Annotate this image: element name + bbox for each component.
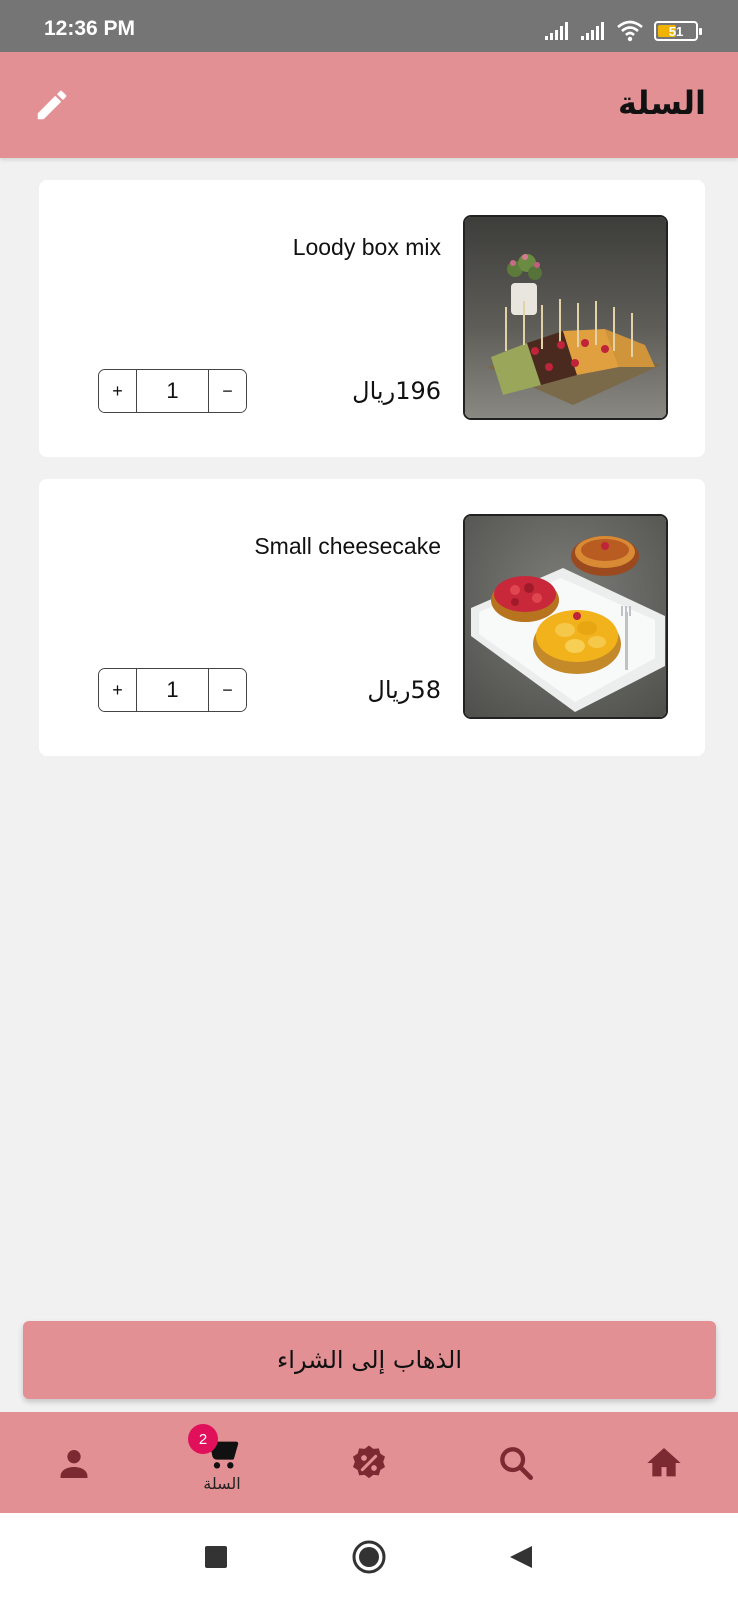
signal-icon — [581, 22, 604, 40]
nav-home[interactable] — [614, 1412, 714, 1513]
edit-button[interactable] — [30, 83, 74, 127]
status-time: 12:36 PM — [44, 17, 136, 40]
recents-button[interactable] — [194, 1535, 238, 1579]
battery-icon: 51 — [654, 21, 702, 41]
wifi-icon — [617, 20, 643, 42]
product-name: Loody box mix — [292, 234, 441, 260]
quantity-stepper: + 1 − — [98, 369, 247, 413]
search-icon — [500, 1446, 533, 1480]
home-system-button[interactable] — [347, 1535, 391, 1579]
cheesecake-photo — [465, 516, 666, 717]
quantity-stepper: + 1 − — [98, 668, 247, 712]
discount-icon — [353, 1445, 385, 1478]
back-triangle-icon — [510, 1546, 532, 1568]
back-button[interactable] — [499, 1535, 543, 1579]
quantity-value: 1 — [166, 677, 179, 702]
nav-cart-label: السلة — [203, 1474, 241, 1493]
person-icon — [60, 1449, 88, 1478]
increase-quantity-button[interactable]: + — [99, 370, 137, 412]
nav-cart[interactable]: 2 السلة — [172, 1412, 272, 1513]
nav-search[interactable] — [466, 1412, 566, 1513]
product-price: 196ريال — [352, 377, 441, 405]
bottom-nav: 2 السلة — [0, 1412, 738, 1513]
nav-offers[interactable] — [319, 1412, 419, 1513]
square-icon — [205, 1546, 227, 1568]
product-name: Small cheesecake — [254, 533, 441, 559]
decrease-quantity-button[interactable]: − — [208, 370, 246, 412]
pencil-icon — [37, 90, 67, 120]
cart-item-card: Loody box mix 196ريال + 1 − — [39, 180, 705, 457]
product-image[interactable] — [463, 215, 668, 420]
checkout-button[interactable]: الذهاب إلى الشراء — [23, 1321, 716, 1399]
circle-icon — [352, 1540, 386, 1574]
cart-icon-wrapper: 2 — [188, 1424, 244, 1472]
app-bar: السلة — [0, 52, 738, 158]
quantity-value: 1 — [166, 378, 179, 403]
home-icon — [647, 1447, 681, 1476]
increase-quantity-button[interactable]: + — [99, 669, 137, 711]
product-image[interactable] — [463, 514, 668, 719]
system-nav-bar — [0, 1513, 738, 1600]
product-price: 58ريال — [367, 676, 441, 704]
battery-level: 51 — [668, 23, 684, 39]
cart-count-badge: 2 — [188, 1424, 218, 1454]
page-title: السلة — [617, 84, 706, 122]
cart-item-card: Small cheesecake 58ريال + 1 − — [39, 479, 705, 756]
nav-profile[interactable] — [24, 1412, 124, 1513]
decrease-quantity-button[interactable]: − — [208, 669, 246, 711]
status-bar: 12:36 PM 51 — [0, 0, 738, 52]
status-icons: 51 — [544, 20, 702, 42]
signal-icon — [545, 22, 568, 40]
cake-box-photo — [465, 217, 666, 418]
